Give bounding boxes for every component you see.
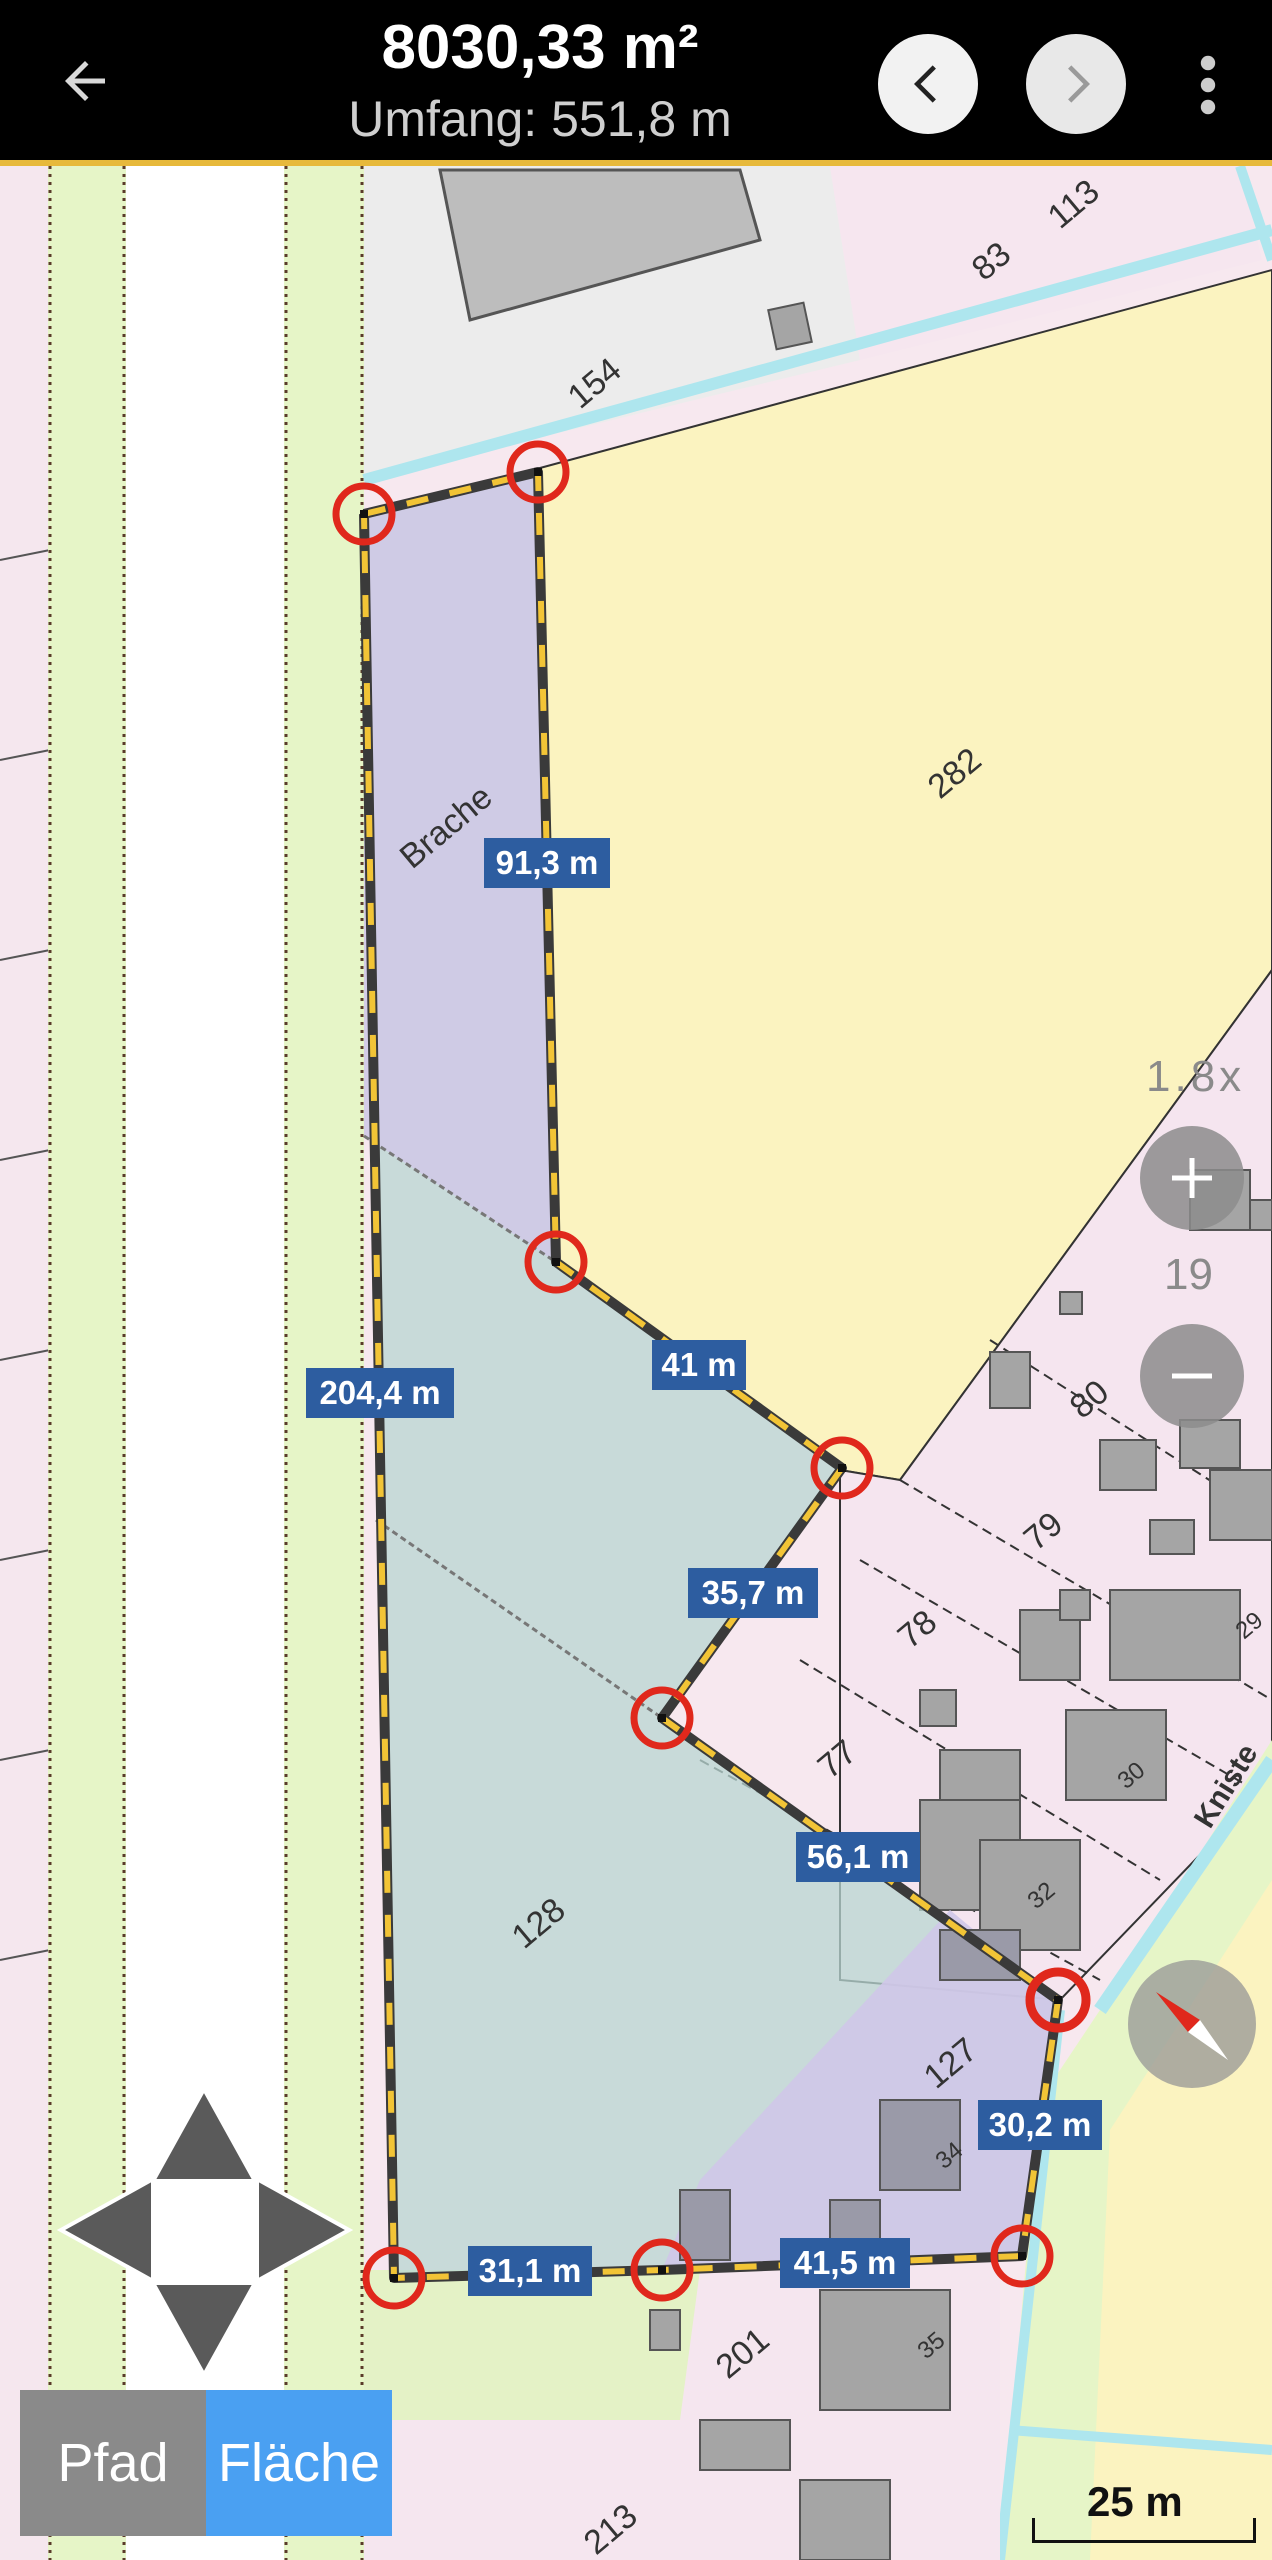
back-button[interactable] bbox=[40, 36, 130, 126]
area-title: 8030,33 m² bbox=[381, 13, 699, 82]
segment-label-text: 91,3 m bbox=[496, 844, 599, 881]
arrow-right-icon bbox=[255, 2175, 353, 2285]
segment-label: 204,4 m bbox=[306, 1368, 454, 1418]
overflow-menu-button[interactable] bbox=[1182, 40, 1234, 130]
directional-pad bbox=[52, 2080, 353, 2380]
segment-label: 30,2 m bbox=[978, 2100, 1102, 2150]
segment-label: 31,1 m bbox=[468, 2246, 592, 2296]
segment-label-text: 204,4 m bbox=[319, 1374, 440, 1411]
previous-button[interactable] bbox=[878, 34, 978, 134]
segment-label: 41,5 m bbox=[780, 2238, 910, 2288]
pan-up-button[interactable] bbox=[149, 2080, 259, 2190]
zoom-level: 19 bbox=[1164, 1250, 1213, 1299]
segment-label-text: 41 m bbox=[661, 1346, 736, 1383]
title-block: 8030,33 m² Umfang: 551,8 m bbox=[260, 8, 820, 150]
arrow-up-icon bbox=[149, 2085, 259, 2183]
pan-left-button[interactable] bbox=[52, 2175, 162, 2285]
segment-label-text: 30,2 m bbox=[989, 2106, 1092, 2143]
arrow-left-icon bbox=[57, 2175, 155, 2285]
segment-label-text: 41,5 m bbox=[794, 2244, 897, 2281]
plus-icon bbox=[1172, 1158, 1212, 1198]
segment-label: 41 m bbox=[652, 1340, 746, 1390]
chevron-left-icon bbox=[914, 65, 936, 103]
pan-right-button[interactable] bbox=[248, 2175, 358, 2285]
dpad-center bbox=[156, 2184, 252, 2280]
arrow-left-icon bbox=[65, 61, 105, 101]
top-bar: 8030,33 m² Umfang: 551,8 m bbox=[0, 0, 1272, 166]
zoom-in-button[interactable] bbox=[1140, 1126, 1244, 1230]
mode-path-button[interactable]: Pfad bbox=[20, 2390, 206, 2536]
pan-down-button[interactable] bbox=[149, 2274, 259, 2384]
perimeter-subtitle: Umfang: 551,8 m bbox=[348, 91, 732, 147]
zoom-out-button[interactable] bbox=[1140, 1324, 1244, 1428]
next-button[interactable] bbox=[1026, 34, 1126, 134]
segment-label: 35,7 m bbox=[688, 1568, 818, 1618]
arrow-down-icon bbox=[149, 2281, 259, 2379]
chevron-right-icon bbox=[1068, 65, 1090, 103]
segment-label-text: 31,1 m bbox=[479, 2252, 582, 2289]
segment-label-text: 35,7 m bbox=[702, 1574, 805, 1611]
segment-label: 91,3 m bbox=[484, 838, 610, 888]
zoom-factor: 1.8x bbox=[1146, 1052, 1246, 1101]
segment-label-text: 56,1 m bbox=[807, 1838, 910, 1875]
scale-bar bbox=[1032, 2518, 1256, 2543]
more-vert-icon bbox=[1200, 55, 1216, 115]
minus-icon bbox=[1172, 1373, 1212, 1379]
compass-icon bbox=[1156, 1992, 1228, 2060]
mode-area-button[interactable]: Fläche bbox=[206, 2390, 392, 2536]
compass-button[interactable] bbox=[1128, 1960, 1256, 2088]
segment-label: 56,1 m bbox=[796, 1832, 920, 1882]
measure-mode-toggle: Pfad Fläche bbox=[20, 2390, 392, 2536]
